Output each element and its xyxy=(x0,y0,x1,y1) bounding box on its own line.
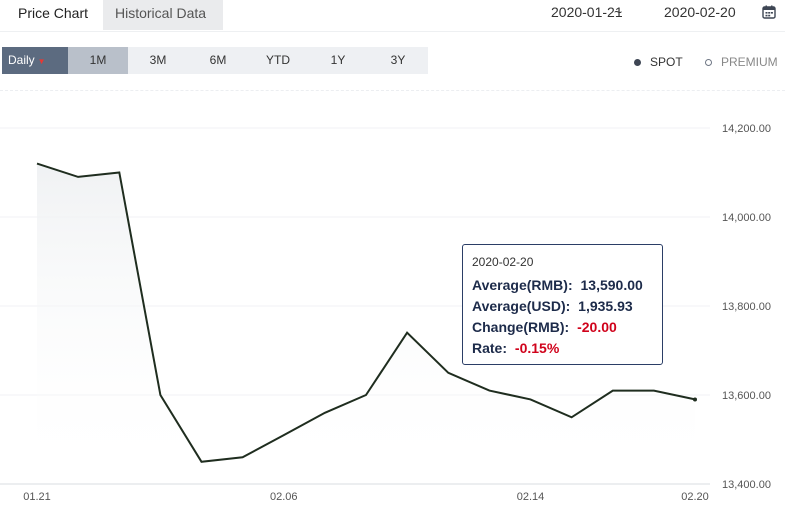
price-line-chart: 14,200.00 14,000.00 13,800.00 13,600.00 13,4… xyxy=(0,123,771,503)
y-tick-label: 13,800.00 xyxy=(722,301,771,313)
tooltip-label: Rate: xyxy=(472,340,508,356)
y-tick-label: 13,600.00 xyxy=(722,390,771,402)
tooltip-value: -20.00 xyxy=(577,319,617,335)
data-tooltip: 2020-02-20 Average(RMB): 13,590.00 Avera… xyxy=(462,244,663,365)
tooltip-row-average-usd: Average(USD): 1,935.93 xyxy=(472,296,653,317)
x-tick-label: 01.21 xyxy=(23,491,51,503)
tooltip-label: Average(USD): xyxy=(472,298,571,314)
tooltip-label: Change(RMB): xyxy=(472,319,570,335)
x-tick-label: 02.14 xyxy=(517,491,545,503)
data-point[interactable] xyxy=(693,397,697,402)
tooltip-row-rate: Rate: -0.15% xyxy=(472,338,653,359)
y-tick-label: 13,400.00 xyxy=(722,479,771,491)
tooltip-date: 2020-02-20 xyxy=(472,255,534,269)
x-tick-label: 02.06 xyxy=(270,491,298,503)
x-tick-label: 02.20 xyxy=(681,491,709,503)
y-tick-label: 14,000.00 xyxy=(722,212,771,224)
y-tick-label: 14,200.00 xyxy=(722,123,771,135)
tooltip-value: -0.15% xyxy=(514,340,560,356)
tooltip-row-average-rmb: Average(RMB): 13,590.00 xyxy=(472,275,653,296)
tooltip-label: Average(RMB): xyxy=(472,277,573,293)
tooltip-row-change: Change(RMB): -20.00 xyxy=(472,317,653,338)
tooltip-value: 1,935.93 xyxy=(578,298,633,314)
tooltip-value: 13,590.00 xyxy=(580,277,643,293)
